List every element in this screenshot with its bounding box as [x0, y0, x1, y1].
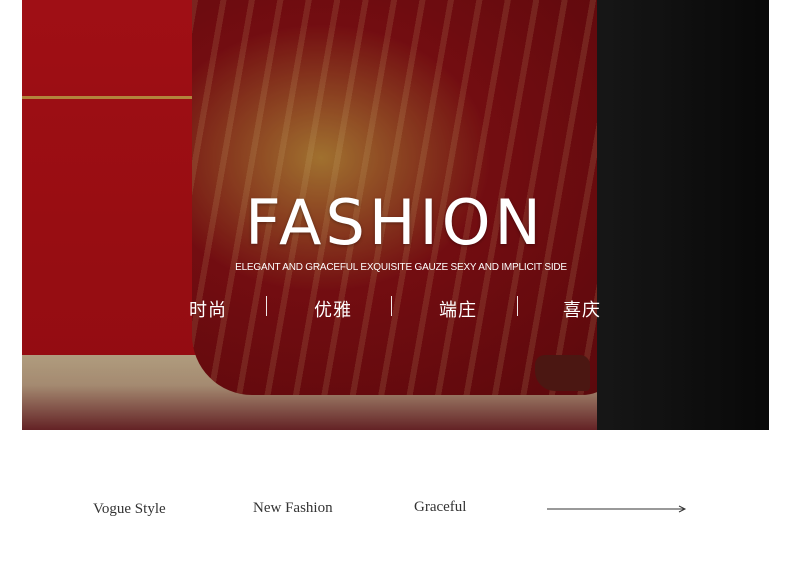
hero-tag-festive: 喜庆 — [563, 300, 601, 320]
hero-tag-fashion: 时尚 — [189, 300, 227, 320]
tag-separator — [266, 296, 267, 316]
hero-tag-dignified: 端庄 — [439, 300, 477, 320]
hero-subtitle: ELEGANT AND GRACEFUL EXQUISITE GAUZE SEX… — [235, 262, 567, 273]
feature-new-fashion: New Fashion — [253, 500, 333, 516]
hero-tag-elegant: 优雅 — [314, 300, 352, 320]
arrow-right-icon — [547, 505, 687, 513]
tag-separator — [391, 296, 392, 316]
hero-title: FASHION — [245, 186, 545, 259]
feature-vogue-style: Vogue Style — [93, 501, 166, 517]
hero-tag-row: 时尚 优雅 端庄 喜庆 — [0, 294, 790, 324]
bottom-feature-row: Vogue Style New Fashion Graceful — [0, 430, 790, 584]
feature-graceful: Graceful — [414, 499, 467, 515]
tag-separator — [517, 296, 518, 316]
